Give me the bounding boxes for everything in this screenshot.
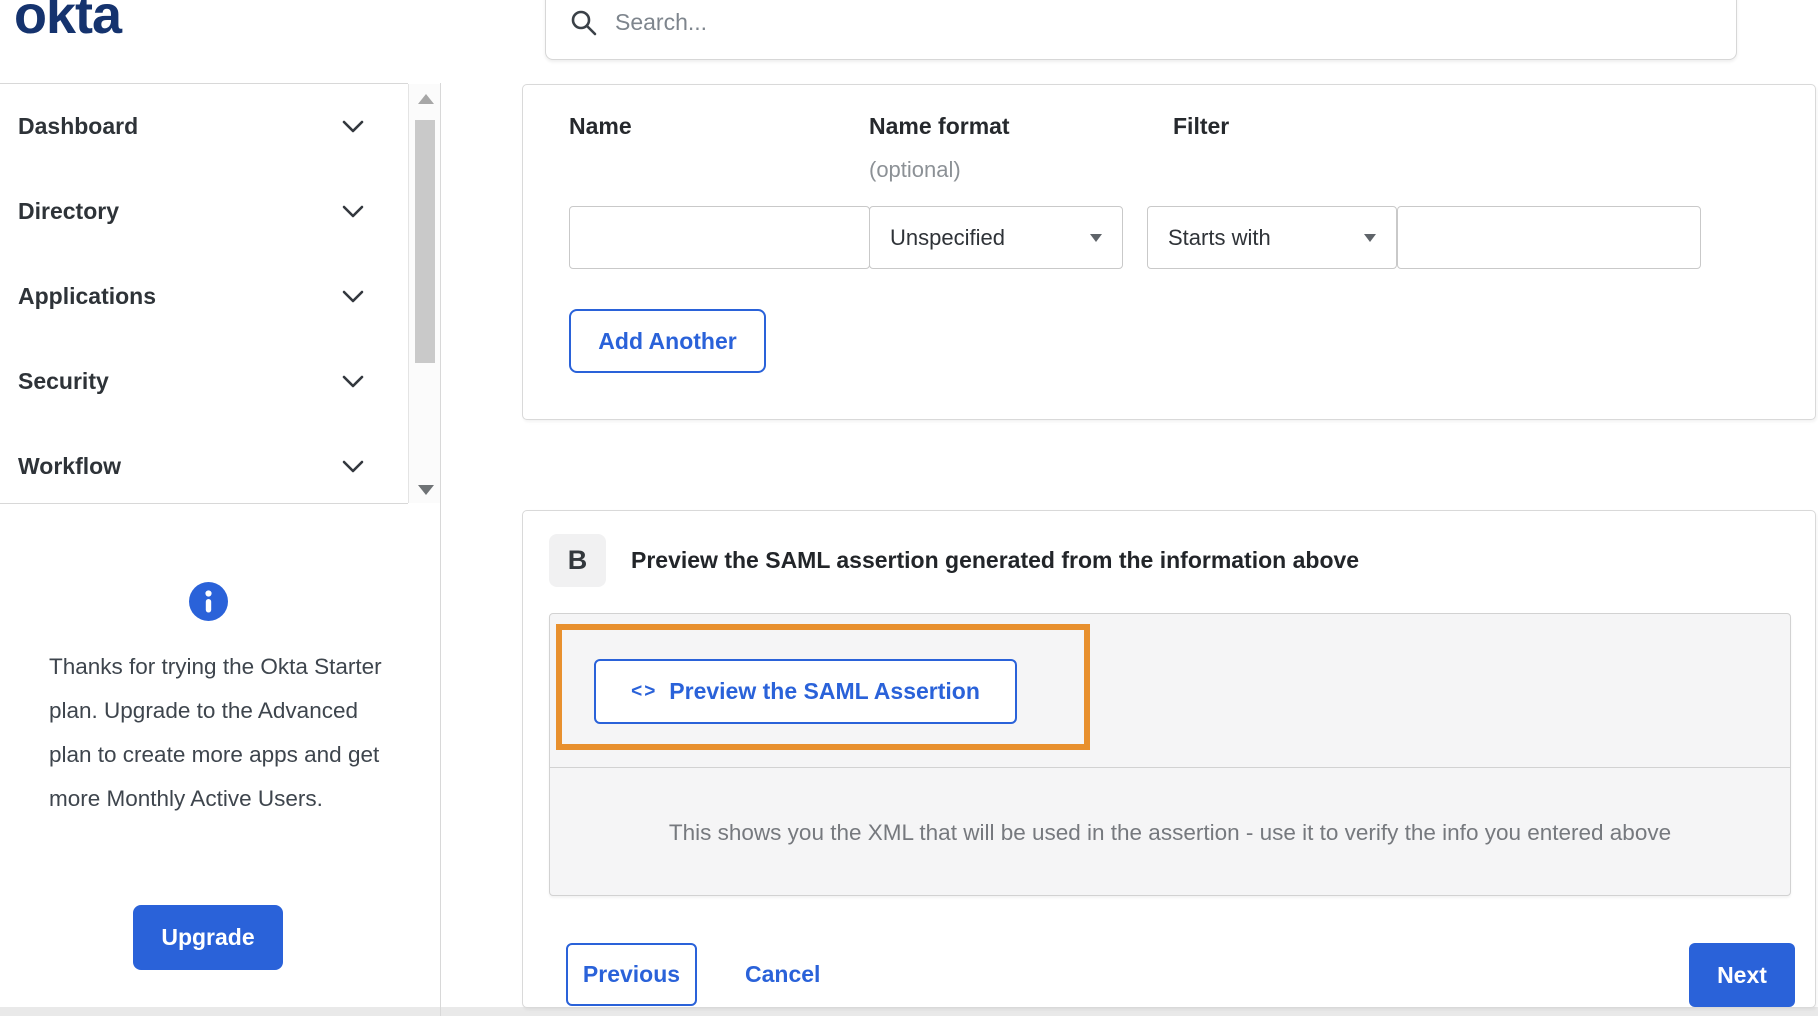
preview-panel-top: <> Preview the SAML Assertion (550, 614, 1790, 767)
name-format-column-label: Name format (869, 113, 1010, 139)
sidebar-item-directory[interactable]: Directory (0, 169, 408, 254)
chevron-down-icon (342, 290, 364, 302)
sidebar-item-security[interactable]: Security (0, 339, 408, 424)
step-b-badge: B (549, 534, 606, 587)
chevron-down-icon (342, 120, 364, 132)
sidebar-item-dashboard[interactable]: Dashboard (0, 84, 408, 169)
scroll-up-arrow-icon[interactable] (418, 94, 434, 104)
preview-description: This shows you the XML that will be used… (550, 767, 1790, 897)
preview-saml-card: B Preview the SAML assertion generated f… (522, 510, 1816, 1008)
scroll-down-arrow-icon[interactable] (418, 485, 434, 495)
attribute-statements-card: Name Name format (optional) Filter Unspe… (522, 84, 1816, 420)
name-format-optional-hint: (optional) (869, 157, 961, 182)
filter-type-select[interactable]: Starts with (1147, 206, 1397, 269)
sidebar-divider (440, 83, 441, 1016)
sidebar-nav: Dashboard Directory Applications Securit… (0, 83, 408, 504)
sidebar-item-label: Security (18, 368, 109, 394)
sidebar-item-applications[interactable]: Applications (0, 254, 408, 339)
sidebar-item-label: Dashboard (18, 113, 139, 139)
preview-panel: <> Preview the SAML Assertion This shows… (549, 613, 1791, 896)
caret-down-icon (1090, 233, 1102, 242)
chevron-down-icon (342, 205, 364, 217)
filter-value-input[interactable] (1397, 206, 1701, 269)
filter-type-selected-value: Starts with (1168, 224, 1271, 250)
upsell-message: Thanks for trying the Okta Starter plan.… (49, 654, 382, 811)
upgrade-button[interactable]: Upgrade (133, 905, 283, 970)
attribute-name-input[interactable] (569, 206, 870, 269)
sidebar-scrollbar[interactable] (408, 84, 441, 503)
preview-button-label: Preview the SAML Assertion (669, 678, 980, 704)
okta-admin-console: okta Dashboard Directory Applications Se… (0, 0, 1818, 1016)
search-icon (571, 10, 597, 35)
global-search[interactable] (545, 0, 1737, 60)
name-format-selected-value: Unspecified (890, 224, 1005, 250)
bottom-edge-strip (0, 1007, 1818, 1016)
info-icon (189, 582, 228, 621)
add-another-button[interactable]: Add Another (569, 309, 766, 373)
okta-logo[interactable]: okta (14, 0, 122, 46)
search-input[interactable] (615, 8, 1665, 36)
sidebar-item-label: Applications (18, 283, 157, 309)
sidebar-item-label: Workflow (18, 453, 122, 479)
previous-button[interactable]: Previous (566, 943, 697, 1006)
chevron-down-icon (342, 375, 364, 387)
preview-saml-assertion-button[interactable]: <> Preview the SAML Assertion (594, 659, 1017, 724)
sidebar-item-workflow[interactable]: Workflow (0, 424, 408, 509)
code-icon: <> (631, 680, 658, 702)
name-column-label: Name (569, 113, 632, 139)
cancel-link[interactable]: Cancel (745, 943, 820, 1006)
next-button[interactable]: Next (1689, 943, 1795, 1007)
chevron-down-icon (342, 460, 364, 472)
scrollbar-thumb[interactable] (415, 120, 435, 363)
filter-column-label: Filter (1173, 113, 1230, 139)
preview-section-heading: Preview the SAML assertion generated fro… (631, 547, 1360, 573)
sidebar-item-label: Directory (18, 198, 119, 224)
name-format-select[interactable]: Unspecified (869, 206, 1123, 269)
caret-down-icon (1364, 233, 1376, 242)
